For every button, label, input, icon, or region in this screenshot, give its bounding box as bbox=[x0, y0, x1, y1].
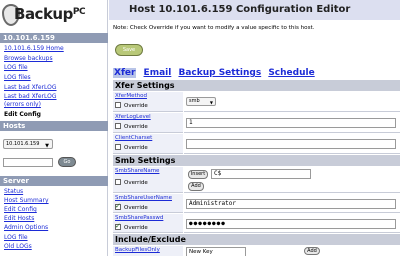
sidebar-link-old-logs[interactable]: Old LOGs bbox=[4, 243, 32, 251]
sidebar-link-edit-hosts[interactable]: Edit Hosts bbox=[4, 215, 34, 223]
sidebar-link-edit-config[interactable]: Edit Config bbox=[4, 111, 41, 119]
tab-xfer[interactable]: Xfer bbox=[113, 68, 137, 78]
client-charset-label[interactable]: ClientCharset bbox=[115, 135, 152, 141]
logo-text: BackupPC bbox=[14, 5, 86, 23]
xfer-log-level-override-checkbox[interactable] bbox=[115, 123, 121, 129]
row-smb-share-user-value: Administrator bbox=[184, 194, 400, 213]
smb-share-user-input[interactable]: Administrator bbox=[186, 199, 396, 209]
sidebar-link-log-file[interactable]: LOG file bbox=[4, 64, 28, 72]
override-label: Override bbox=[124, 225, 148, 231]
chevron-down-icon: ▼ bbox=[45, 143, 49, 149]
override-label: Override bbox=[124, 103, 148, 109]
client-charset-override-checkbox[interactable] bbox=[115, 144, 121, 150]
row-smb-share-user-label: SmbShareUserName Override bbox=[113, 194, 183, 213]
xfer-method-value: smb bbox=[189, 98, 200, 104]
main-content: Host 10.101.6.159 Configuration Editor N… bbox=[109, 0, 400, 256]
sidebar-link-host-summary[interactable]: Host Summary bbox=[4, 197, 49, 205]
row-client-charset-value bbox=[184, 134, 400, 154]
save-button[interactable]: Save bbox=[115, 44, 143, 56]
row-xfer-method-value: smb ▼ bbox=[184, 92, 400, 112]
logo-main: ackup bbox=[24, 5, 73, 23]
backup-files-only-label[interactable]: BackupFilesOnly bbox=[115, 247, 160, 253]
tab-schedule[interactable]: Schedule bbox=[268, 68, 314, 78]
xfer-log-level-label[interactable]: XferLogLevel bbox=[115, 114, 151, 120]
row-xfer-log-level-value: 1 bbox=[184, 113, 400, 133]
sidebar-link-status[interactable]: Status bbox=[4, 188, 23, 196]
smb-share-passwd-override-checkbox[interactable] bbox=[115, 222, 121, 230]
row-smb-share-name-label: SmbShareName Override bbox=[113, 167, 183, 193]
new-key-input[interactable]: New Key bbox=[186, 247, 246, 256]
override-note: Note: Check Override if you want to modi… bbox=[113, 25, 315, 31]
host-header: 10.101.6.159 bbox=[0, 33, 108, 43]
smb-share-name-label[interactable]: SmbShareName bbox=[115, 168, 159, 174]
sidebar: BackupPC 10.101.6.159 10.101.6.159 Home … bbox=[0, 0, 108, 256]
smb-share-name-override-checkbox[interactable] bbox=[115, 179, 121, 185]
xfer-method-override: Override bbox=[115, 102, 148, 109]
override-label: Override bbox=[124, 180, 148, 186]
sidebar-link-last-bad-xferlog-errors[interactable]: Last bad XferLOG (errors only) bbox=[4, 93, 76, 109]
row-backup-files-only-value: New Key Add bbox=[184, 246, 400, 256]
sidebar-link-log-files[interactable]: LOG files bbox=[4, 74, 31, 82]
smb-share-user-override-checkbox[interactable] bbox=[115, 202, 121, 210]
row-smb-share-name-value: Insert C$ Add bbox=[184, 167, 400, 193]
host-search-input[interactable] bbox=[3, 158, 53, 167]
row-smb-share-passwd-value: ●●●●●●●● bbox=[184, 214, 400, 233]
override-label: Override bbox=[124, 205, 148, 211]
section-smb-settings: Smb Settings bbox=[113, 155, 400, 166]
xfer-method-select[interactable]: smb ▼ bbox=[186, 97, 216, 106]
smb-share-name-override: Override bbox=[115, 179, 148, 186]
smb-share-passwd-input[interactable]: ●●●●●●●● bbox=[186, 219, 396, 229]
row-backup-files-only-label: BackupFilesOnly bbox=[113, 246, 183, 256]
section-xfer-settings: Xfer Settings bbox=[113, 80, 400, 91]
sidebar-link-server-edit-config[interactable]: Edit Config bbox=[4, 206, 37, 214]
xfer-method-label[interactable]: XferMethod bbox=[115, 93, 147, 99]
sidebar-link-home[interactable]: 10.101.6.159 Home bbox=[4, 45, 64, 53]
hosts-header: Hosts bbox=[0, 121, 108, 131]
sidebar-link-admin-options[interactable]: Admin Options bbox=[4, 224, 48, 232]
go-button[interactable]: Go bbox=[58, 157, 76, 167]
xfer-method-override-checkbox[interactable] bbox=[115, 102, 121, 108]
row-xfer-log-level-label: XferLogLevel Override bbox=[113, 113, 183, 133]
row-client-charset-label: ClientCharset Override bbox=[113, 134, 183, 154]
smb-share-name-insert-button[interactable]: Insert bbox=[188, 170, 208, 179]
config-tabs: Xfer Email Backup Settings Schedule bbox=[113, 68, 319, 78]
host-select[interactable]: 10.101.6.159 ▼ bbox=[3, 139, 53, 149]
client-charset-override: Override bbox=[115, 144, 148, 151]
host-select-value: 10.101.6.159 bbox=[6, 141, 40, 147]
row-xfer-method-label: XferMethod Override bbox=[113, 92, 183, 112]
override-label: Override bbox=[124, 124, 148, 130]
tab-backup-settings[interactable]: Backup Settings bbox=[178, 68, 261, 78]
row-smb-share-passwd-label: SmbSharePasswd Override bbox=[113, 214, 183, 233]
override-label: Override bbox=[124, 145, 148, 151]
smb-share-passwd-override: Override bbox=[115, 222, 148, 231]
smb-share-user-label[interactable]: SmbShareUserName bbox=[115, 195, 172, 201]
smb-share-passwd-label[interactable]: SmbSharePasswd bbox=[115, 215, 163, 221]
chevron-down-icon: ▼ bbox=[209, 100, 213, 105]
backuppc-logo[interactable]: BackupPC bbox=[2, 2, 106, 30]
tab-email[interactable]: Email bbox=[144, 68, 172, 78]
sidebar-link-server-log-file[interactable]: LOG file bbox=[4, 234, 28, 242]
xfer-log-level-override: Override bbox=[115, 123, 148, 130]
backup-files-only-add-button[interactable]: Add bbox=[304, 247, 320, 255]
client-charset-input[interactable] bbox=[186, 139, 396, 149]
sidebar-link-last-bad-xferlog[interactable]: Last bad XferLOG bbox=[4, 84, 57, 92]
sidebar-link-browse-backups[interactable]: Browse backups bbox=[4, 55, 53, 63]
smb-share-name-add-button[interactable]: Add bbox=[188, 182, 204, 191]
xfer-log-level-input[interactable]: 1 bbox=[186, 118, 396, 128]
page-title: Host 10.101.6.159 Configuration Editor bbox=[109, 0, 400, 20]
logo-pc: PC bbox=[72, 7, 86, 17]
smb-share-user-override: Override bbox=[115, 202, 148, 211]
server-header: Server bbox=[0, 176, 108, 186]
smb-share-name-input[interactable]: C$ bbox=[211, 169, 311, 179]
section-include-exclude: Include/Exclude bbox=[113, 234, 400, 245]
